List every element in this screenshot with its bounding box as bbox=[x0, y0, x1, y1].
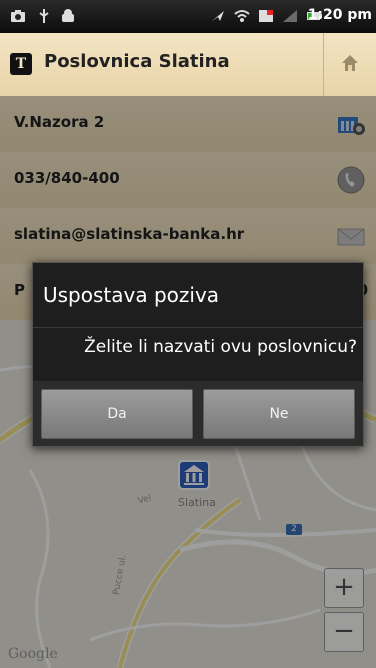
dialog-message: Želite li nazvati ovu poslovnicu? bbox=[84, 337, 357, 357]
cancel-call-button[interactable]: Ne bbox=[203, 389, 355, 439]
call-confirmation-dialog: Uspostava poziva Želite li nazvati ovu p… bbox=[32, 262, 364, 447]
screenshot-icon bbox=[11, 10, 25, 22]
gps-icon bbox=[212, 11, 224, 21]
confirm-call-button[interactable]: Da bbox=[41, 389, 193, 439]
status-bar: 1:20 pm bbox=[0, 0, 376, 33]
usb-icon bbox=[39, 9, 49, 23]
title-bar: T Poslovnica Slatina bbox=[0, 33, 376, 97]
signal-icon bbox=[283, 10, 297, 22]
app-icon: T bbox=[10, 53, 32, 75]
dialog-divider bbox=[33, 327, 363, 328]
dialog-button-bar: Da Ne bbox=[33, 381, 363, 446]
notification-icon bbox=[259, 10, 273, 22]
page-title: Poslovnica Slatina bbox=[44, 51, 230, 72]
wifi-icon bbox=[234, 10, 250, 22]
clock: 1:20 pm bbox=[307, 7, 372, 23]
phone-screen: 1:20 pm T Poslovnica Slatina V.Nazora 2 … bbox=[0, 0, 376, 668]
home-button[interactable] bbox=[323, 33, 376, 96]
android-debug-icon bbox=[62, 9, 74, 22]
home-icon bbox=[342, 55, 358, 71]
dialog-title: Uspostava poziva bbox=[43, 283, 220, 307]
